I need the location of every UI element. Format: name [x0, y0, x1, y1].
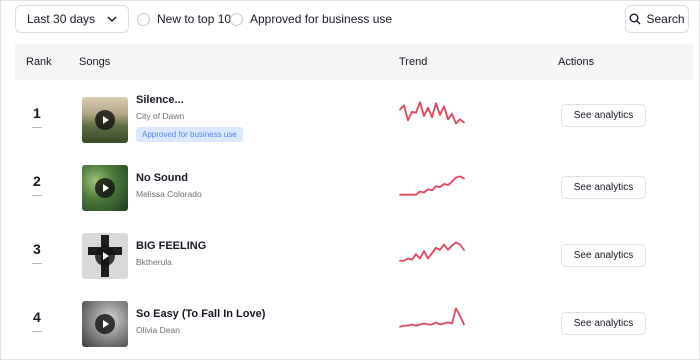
- period-label: Last 30 days: [27, 12, 96, 26]
- approved-business-badge: Approved for business use: [136, 127, 243, 142]
- trend-line: [399, 101, 465, 125]
- rank-change-indicator: [32, 127, 42, 128]
- rank-number: 3: [33, 241, 41, 257]
- trend-line: [399, 241, 465, 262]
- rank-change-indicator: [32, 195, 42, 196]
- play-icon[interactable]: [95, 246, 115, 266]
- search-icon: [629, 13, 641, 25]
- song-artist[interactable]: Melissa Colorado: [136, 189, 202, 199]
- song-title[interactable]: No Sound: [136, 172, 188, 184]
- checkbox-label: Approved for business use: [250, 12, 393, 26]
- trending-songs-panel: Last 30 days New to top 100 Approved for…: [0, 0, 700, 360]
- rank-change-indicator: [32, 331, 42, 332]
- search-button[interactable]: Search: [625, 5, 689, 33]
- table-row: 2 No Sound Melissa Colorado See analytic…: [15, 151, 693, 219]
- approved-for-business-checkbox[interactable]: Approved for business use: [230, 12, 392, 26]
- checkbox-circle[interactable]: [230, 12, 243, 26]
- header-rank: Rank: [26, 56, 52, 68]
- checkbox-circle[interactable]: [137, 12, 150, 26]
- song-cover[interactable]: [82, 233, 128, 279]
- checkbox-label: New to top 100: [157, 12, 238, 26]
- play-icon[interactable]: [95, 110, 115, 130]
- play-icon[interactable]: [95, 178, 115, 198]
- song-title[interactable]: So Easy (To Fall In Love): [136, 308, 265, 320]
- rank-number: 4: [33, 309, 41, 325]
- search-label: Search: [646, 12, 685, 26]
- trend-sparkline: [399, 241, 465, 262]
- see-analytics-button[interactable]: See analytics: [561, 104, 646, 127]
- header-songs: Songs: [79, 56, 111, 68]
- trend-sparkline: [399, 101, 465, 125]
- play-icon[interactable]: [95, 314, 115, 334]
- trend-sparkline: [399, 307, 465, 328]
- see-analytics-button[interactable]: See analytics: [561, 244, 646, 267]
- chevron-down-icon: [107, 16, 117, 22]
- song-cover[interactable]: [82, 97, 128, 143]
- rank-number: 2: [33, 173, 41, 189]
- table-row: 3 BIG FEELING Bktherula See analytics: [15, 219, 693, 287]
- table-row: 1 Silence... City of Dawn Approved for b…: [15, 83, 693, 151]
- rank-number: 1: [33, 105, 41, 121]
- song-artist[interactable]: City of Dawn: [136, 111, 184, 121]
- song-artist[interactable]: Bktherula: [136, 257, 172, 267]
- trend-line: [399, 175, 465, 196]
- new-to-top-100-checkbox[interactable]: New to top 100: [137, 12, 238, 26]
- see-analytics-button[interactable]: See analytics: [561, 176, 646, 199]
- filter-toolbar: Last 30 days New to top 100 Approved for…: [15, 5, 689, 33]
- table-row: 4 So Easy (To Fall In Love) Olivia Dean …: [15, 287, 693, 355]
- rank-change-indicator: [32, 263, 42, 264]
- song-artist[interactable]: Olivia Dean: [136, 325, 180, 335]
- song-cover[interactable]: [82, 301, 128, 347]
- header-actions: Actions: [558, 56, 595, 68]
- song-title[interactable]: BIG FEELING: [136, 240, 206, 252]
- period-dropdown[interactable]: Last 30 days: [15, 5, 129, 33]
- trend-line: [399, 307, 465, 328]
- trend-sparkline: [399, 175, 465, 196]
- see-analytics-button[interactable]: See analytics: [561, 312, 646, 335]
- song-cover[interactable]: [82, 165, 128, 211]
- header-trend: Trend: [399, 56, 428, 68]
- table-header: Rank Songs Trend Actions: [15, 44, 693, 80]
- song-title[interactable]: Silence...: [136, 94, 184, 106]
